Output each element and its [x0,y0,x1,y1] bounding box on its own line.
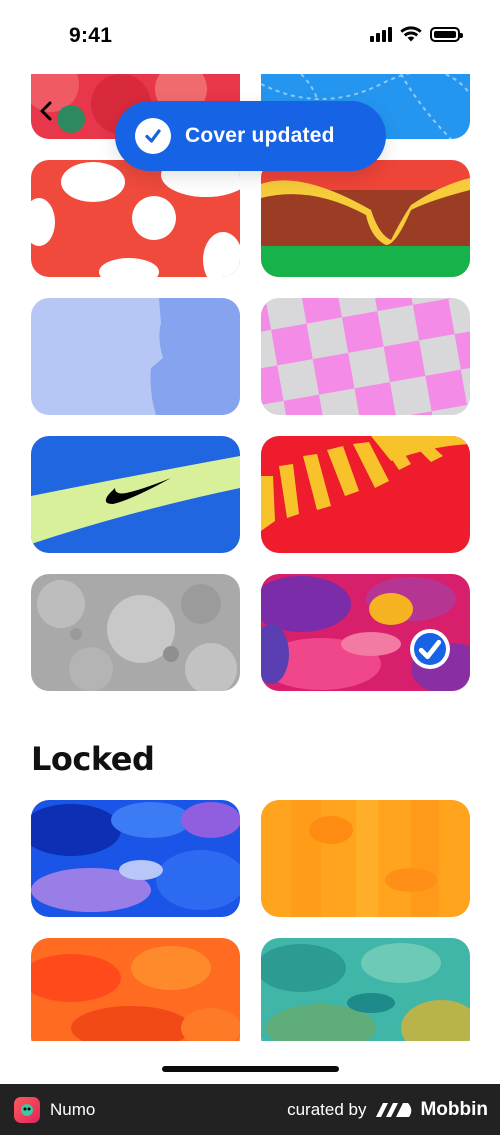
status-icons [370,26,463,42]
status-bar: 9:41 [0,0,500,74]
cover-updated-toast: Cover updated [115,101,386,171]
cover-periwinkle-abstract[interactable] [31,298,240,415]
selected-check-icon [410,629,450,669]
phone-screen: 9:41 Cover updated Locked [0,0,500,1084]
locked-section-title: Locked [31,740,155,778]
locked-cover-grid [31,800,470,1055]
cover-red-sun[interactable] [261,436,470,553]
footer-app: Numo [14,1096,96,1123]
mobbin-logo-icon [376,1102,412,1117]
locked-cover-orange-paint[interactable] [261,800,470,917]
check-circle-icon [135,118,171,154]
back-button[interactable] [34,98,60,124]
cover-pink-feathers[interactable] [261,574,470,691]
footer-brand-name: Mobbin [420,1098,488,1120]
toast-message: Cover updated [185,124,335,147]
footer-credit: curated by Mobbin [287,1099,488,1121]
cover-burger[interactable] [261,160,470,277]
locked-cover-red-orange-paint[interactable] [31,938,240,1055]
locked-cover-blue-paint[interactable] [31,800,240,917]
cover-blue-swoosh[interactable] [31,436,240,553]
mobbin-footer: Numo curated by Mobbin [0,1084,500,1135]
cover-pink-checker[interactable] [261,298,470,415]
chevron-left-icon [40,101,52,121]
cellular-signal-icon [370,26,392,42]
numo-app-icon [14,1096,40,1123]
footer-brand: Mobbin [376,1099,488,1121]
status-time: 9:41 [69,24,113,47]
cover-grid [31,160,470,691]
footer-app-name: Numo [50,1099,96,1119]
footer-curated-by: curated by [287,1099,367,1119]
bottom-safe-area [0,1041,500,1084]
battery-icon [430,26,463,42]
wifi-icon [400,26,422,42]
cover-red-mushroom[interactable] [31,160,240,277]
cover-grey-moon[interactable] [31,574,240,691]
locked-cover-teal-paint[interactable] [261,938,470,1055]
home-indicator[interactable] [162,1066,339,1072]
